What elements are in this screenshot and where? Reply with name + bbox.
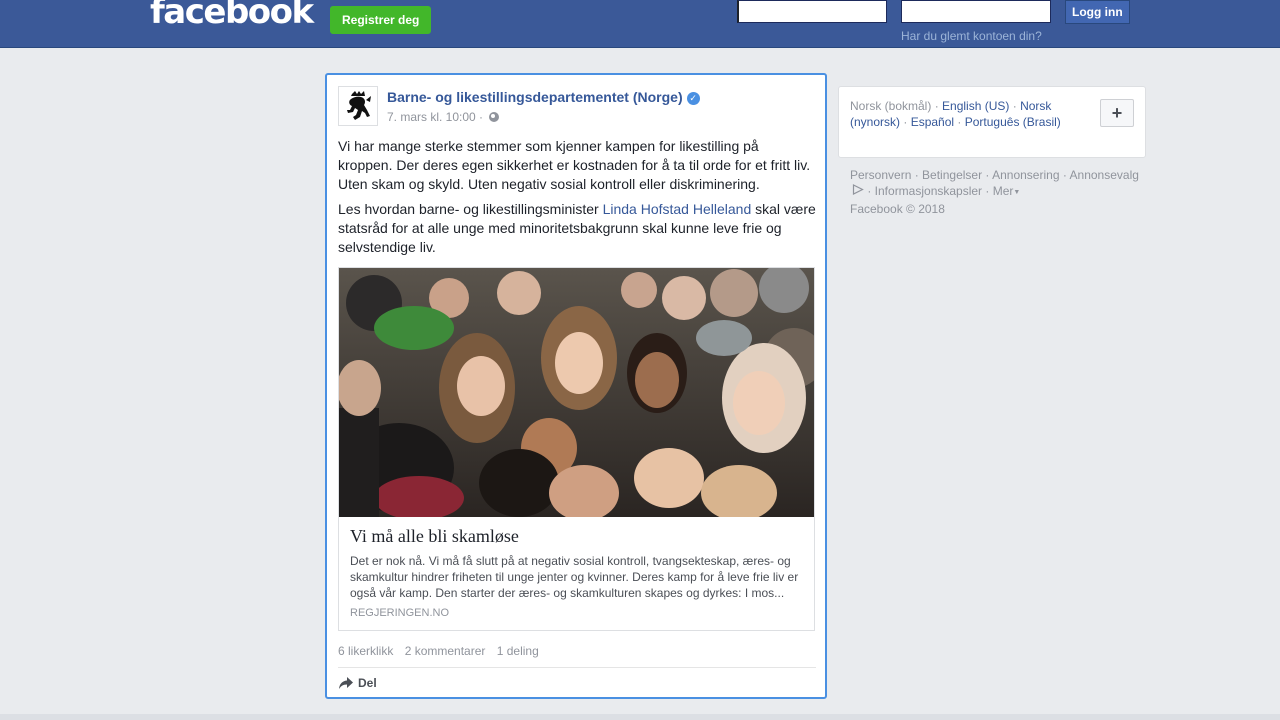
engagement-counts: 6 likerklikk 2 kommentarer 1 deling [338, 644, 547, 658]
link-domain: REGJERINGEN.NO [350, 607, 450, 619]
adchoices-icon[interactable] [852, 184, 864, 195]
login-button[interactable]: Logg inn [1065, 0, 1130, 24]
post-paragraph-1: Vi har mange sterke stemmer som kjenner … [338, 138, 811, 192]
language-link[interactable]: Português (Brasil) [965, 115, 1061, 129]
add-language-button[interactable]: + [1100, 99, 1134, 127]
post-meta: 7. mars kl. 10:00 · [387, 110, 500, 124]
language-link[interactable]: Español [911, 115, 954, 129]
more-menu-link[interactable]: Mer [993, 184, 1014, 198]
divider [338, 667, 816, 668]
link-preview-card[interactable]: Vi må alle bli skamløse Det er nok nå. V… [338, 267, 815, 631]
language-link[interactable]: English (US) [942, 99, 1009, 113]
page-avatar[interactable] [338, 86, 378, 126]
footer-link[interactable]: Annonsevalg [1070, 168, 1139, 182]
caret-down-icon[interactable]: ▼ [1013, 189, 1020, 196]
page-bottom-bar [0, 714, 1280, 720]
crowd-photo [339, 268, 814, 517]
link-description: Det er nok nå. Vi må få slutt på at nega… [350, 554, 799, 600]
likes-count[interactable]: 6 likerklikk [338, 644, 393, 658]
shares-count[interactable]: 1 deling [497, 644, 539, 658]
email-input[interactable] [737, 0, 887, 23]
footer-link[interactable]: Annonsering [992, 168, 1059, 182]
language-list: Norsk (bokmål) · English (US) · Norsk (n… [850, 99, 1061, 129]
footer-link[interactable]: Personvern [850, 168, 911, 182]
share-arrow-icon [339, 677, 353, 689]
mention-link[interactable]: Linda Hofstad Helleland [603, 201, 752, 217]
share-label: Del [358, 676, 377, 690]
post-timestamp[interactable]: 7. mars kl. 10:00 · [387, 110, 483, 124]
post-text: Vi har mange sterke stemmer som kjenner … [338, 137, 816, 263]
register-button[interactable]: Registrer deg [330, 6, 432, 34]
footer-link[interactable]: Betingelser [922, 168, 982, 182]
post-card: Barne- og likestillingsdepartementet (No… [325, 73, 827, 699]
verified-check-icon: ✓ [686, 92, 700, 105]
copyright-text: Facebook © 2018 [850, 202, 945, 216]
password-input[interactable] [901, 0, 1051, 23]
page-name-link[interactable]: Barne- og likestillingsdepartementet (No… [387, 89, 700, 105]
current-language: Norsk (bokmål) [850, 99, 932, 113]
comments-count[interactable]: 2 kommentarer [405, 644, 486, 658]
norway-lion-coat-of-arms-icon [347, 91, 371, 120]
globe-icon[interactable] [489, 112, 500, 122]
page-name-text[interactable]: Barne- og likestillingsdepartementet (No… [387, 89, 683, 105]
language-selector-box: Norsk (bokmål) · English (US) · Norsk (n… [838, 86, 1146, 158]
paragraph-text: Les hvordan barne- og likestillingsminis… [338, 201, 603, 217]
link-preview-image[interactable] [339, 268, 814, 517]
share-button[interactable]: Del [338, 676, 377, 690]
link-title[interactable]: Vi må alle bli skamløse [350, 526, 805, 547]
post-paragraph-2: Les hvordan barne- og likestillingsminis… [338, 200, 816, 257]
footer-link[interactable]: Informasjonskapsler [875, 184, 982, 198]
top-navigation-bar: facebook Registrer deg Logg inn Har du g… [0, 0, 1280, 48]
facebook-logo[interactable]: facebook [150, 0, 314, 32]
footer-links: Personvern · Betingelser · Annonsering ·… [850, 168, 1139, 216]
forgot-account-link[interactable]: Har du glemt kontoen din? [901, 29, 1042, 43]
link-preview-body[interactable]: Vi må alle bli skamløse Det er nok nå. V… [350, 526, 805, 619]
